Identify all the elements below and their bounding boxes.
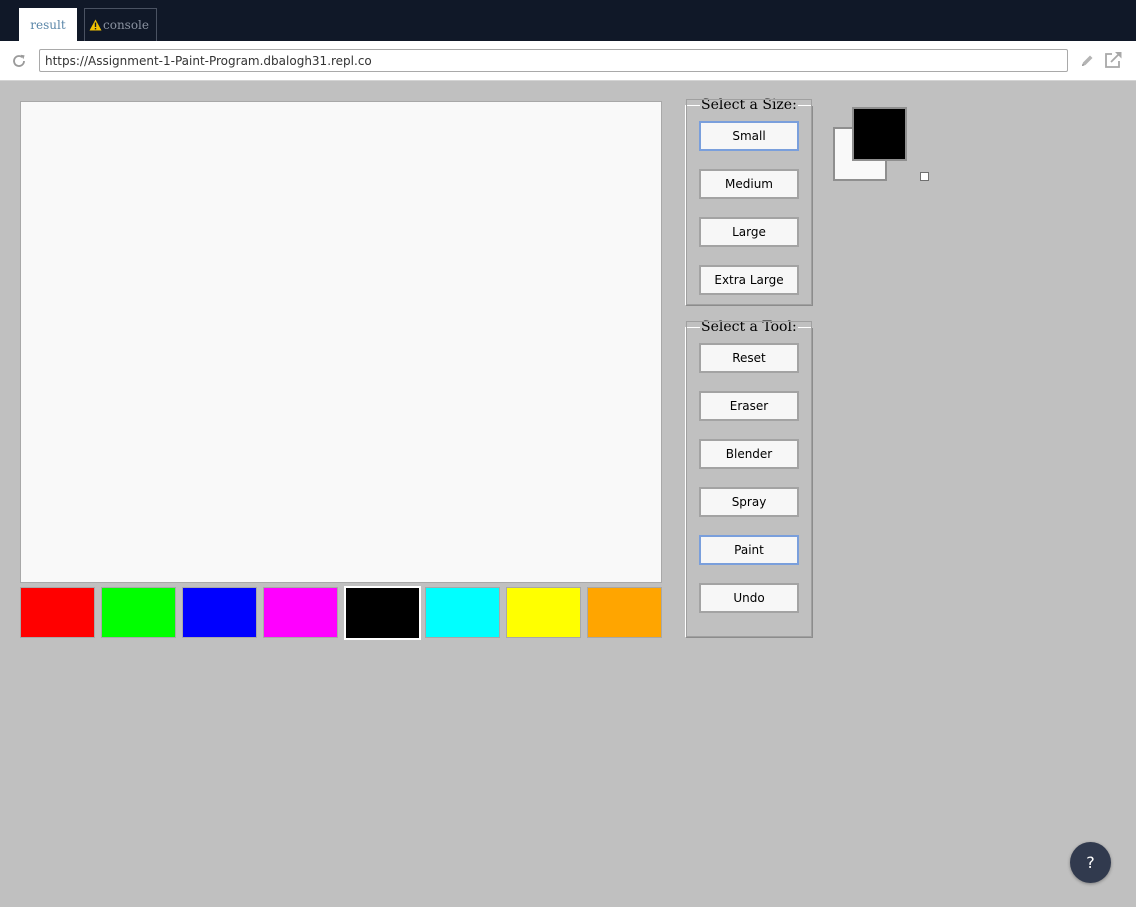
size-large-button[interactable]: Large: [699, 217, 799, 247]
color-swatch-blue[interactable]: [182, 587, 257, 638]
size-medium-button[interactable]: Medium: [699, 169, 799, 199]
tool-paint-button[interactable]: Paint: [699, 535, 799, 565]
size-panel-legend: Select a Size:: [701, 97, 797, 113]
color-swatch-cyan[interactable]: [425, 587, 500, 638]
tool-eraser-button[interactable]: Eraser: [699, 391, 799, 421]
tool-blender-button[interactable]: Blender: [699, 439, 799, 469]
drawing-canvas[interactable]: [20, 101, 662, 583]
pencil-icon[interactable]: [1080, 54, 1094, 68]
warning-icon: [89, 19, 102, 31]
size-small-button[interactable]: Small: [699, 121, 799, 151]
tab-console[interactable]: console: [84, 8, 157, 41]
color-swatch-yellow[interactable]: [506, 587, 581, 638]
color-swatch-magenta[interactable]: [263, 587, 338, 638]
tab-result-label: result: [30, 18, 66, 32]
color-swatch-red[interactable]: [20, 587, 95, 638]
top-bar: result console: [0, 0, 1136, 43]
color-swatch-orange[interactable]: [587, 587, 662, 638]
tool-spray-button[interactable]: Spray: [699, 487, 799, 517]
tool-reset-button[interactable]: Reset: [699, 343, 799, 373]
help-button[interactable]: ?: [1070, 842, 1111, 883]
tab-console-label: console: [103, 18, 149, 32]
primary-color-swatch[interactable]: [852, 107, 907, 161]
color-swatch-black[interactable]: [344, 586, 421, 640]
reload-icon[interactable]: [11, 53, 27, 69]
url-bar: [0, 41, 1136, 81]
color-swatch-green[interactable]: [101, 587, 176, 638]
tab-result[interactable]: result: [19, 8, 77, 43]
size-extra-large-button[interactable]: Extra Large: [699, 265, 799, 295]
url-input[interactable]: [39, 49, 1068, 72]
tool-undo-button[interactable]: Undo: [699, 583, 799, 613]
external-link-icon[interactable]: [1103, 51, 1123, 69]
swap-colors-icon[interactable]: [920, 172, 929, 181]
tool-panel-legend: Select a Tool:: [701, 319, 797, 335]
